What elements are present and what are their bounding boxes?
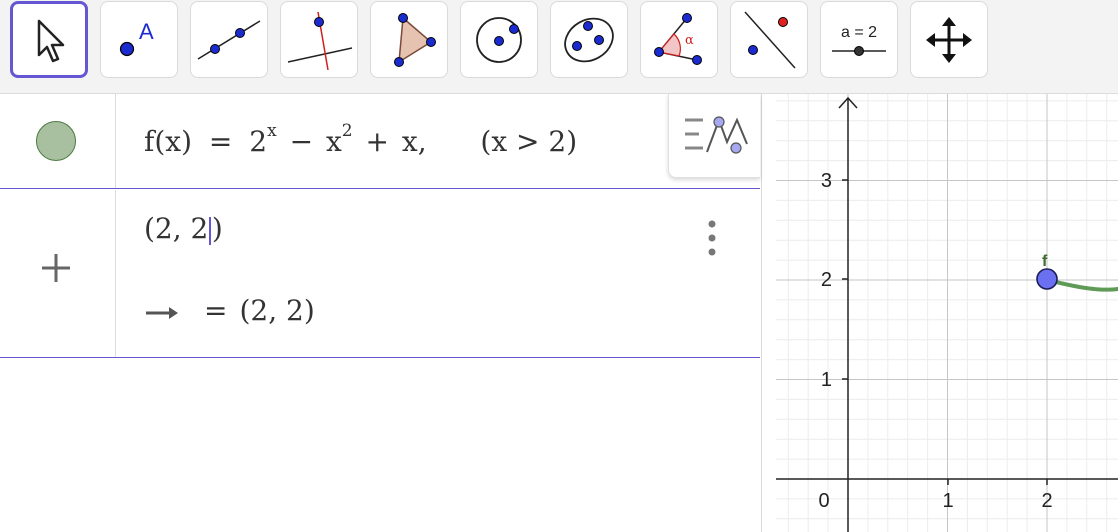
graphics-view[interactable]: 0 1 2 1 2 3 f	[776, 94, 1118, 532]
plus-icon[interactable]	[40, 252, 72, 284]
arrow-cursor-icon	[37, 19, 65, 62]
svg-text:A: A	[139, 19, 154, 44]
slider-icon: a = 2	[832, 24, 886, 56]
circle-center-point-icon	[476, 16, 522, 63]
svg-text:a = 2: a = 2	[841, 24, 877, 41]
angle-tool-button[interactable]: α	[640, 1, 718, 78]
domain-condition: (x > 2)	[480, 125, 578, 158]
linear-term: x,	[401, 125, 427, 158]
polygon-tool-button[interactable]	[370, 1, 448, 78]
square-base: x	[326, 125, 342, 158]
toolbar: A α a = 2	[0, 0, 1118, 94]
algebra-description-icon	[685, 116, 748, 154]
reflect-about-line-icon	[744, 11, 796, 68]
marble-column	[0, 190, 116, 357]
slider-tool-button[interactable]: a = 2	[820, 1, 898, 78]
output-preview: = (2, 2)	[144, 294, 315, 327]
polygon-icon	[394, 12, 436, 67]
x-tick-label-0: 0	[818, 490, 829, 512]
minus-sign: −	[289, 125, 314, 158]
y-tick-label-1: 1	[821, 369, 832, 391]
reflect-tool-button[interactable]	[730, 1, 808, 78]
move-graphics-view-tool-button[interactable]	[910, 1, 988, 78]
algebra-style-button[interactable]	[668, 94, 760, 178]
ellipse-icon	[564, 17, 614, 62]
output-equals: =	[204, 294, 228, 327]
y-tick-label-3: 3	[821, 170, 832, 192]
angle-icon: α	[654, 12, 702, 65]
more-options-icon[interactable]	[700, 220, 724, 256]
point-icon: A	[119, 19, 154, 56]
line-icon	[197, 19, 261, 60]
move-tool-button[interactable]	[10, 1, 88, 78]
svg-text:α: α	[685, 33, 694, 48]
line-tool-button[interactable]	[190, 1, 268, 78]
function-name: f(x)	[144, 125, 193, 158]
point-tool-button[interactable]: A	[100, 1, 178, 78]
circle-tool-button[interactable]	[460, 1, 538, 78]
square-exponent: 2	[341, 121, 353, 141]
algebra-view: f(x) = 2x − x2 + x, (x > 2) (2, 2) = (2…	[0, 94, 762, 532]
power-base: 2	[249, 125, 268, 158]
x-tick-label-2: 2	[1041, 490, 1052, 512]
power-exponent: x	[267, 121, 277, 141]
marble-column	[0, 94, 116, 188]
plus-sign: +	[365, 125, 389, 158]
equals-sign: =	[208, 125, 233, 158]
point-2-2[interactable]	[1036, 268, 1058, 290]
output-value: (2, 2)	[239, 294, 315, 327]
perpendicular-line-icon	[287, 11, 353, 70]
x-tick-label-1: 1	[942, 490, 953, 512]
text-caret	[209, 216, 211, 245]
algebra-row-function[interactable]: f(x) = 2x − x2 + x, (x > 2)	[0, 94, 760, 189]
input-field[interactable]: (2, 2)	[144, 212, 223, 245]
function-label: f	[1042, 253, 1048, 270]
arrow-right-icon	[146, 306, 178, 319]
function-graph-f[interactable]	[1045, 278, 1118, 292]
y-tick-label-2: 2	[821, 269, 832, 291]
input-text: (2, 2	[144, 212, 209, 245]
visibility-marble[interactable]	[36, 121, 76, 161]
function-definition[interactable]: f(x) = 2x − x2 + x, (x > 2)	[144, 121, 578, 158]
algebra-row-input[interactable]: (2, 2) = (2, 2)	[0, 190, 760, 358]
ellipse-tool-button[interactable]	[550, 1, 628, 78]
perpendicular-line-tool-button[interactable]	[280, 1, 358, 78]
move-arrows-icon	[926, 16, 972, 63]
input-text-closing: )	[211, 212, 223, 245]
